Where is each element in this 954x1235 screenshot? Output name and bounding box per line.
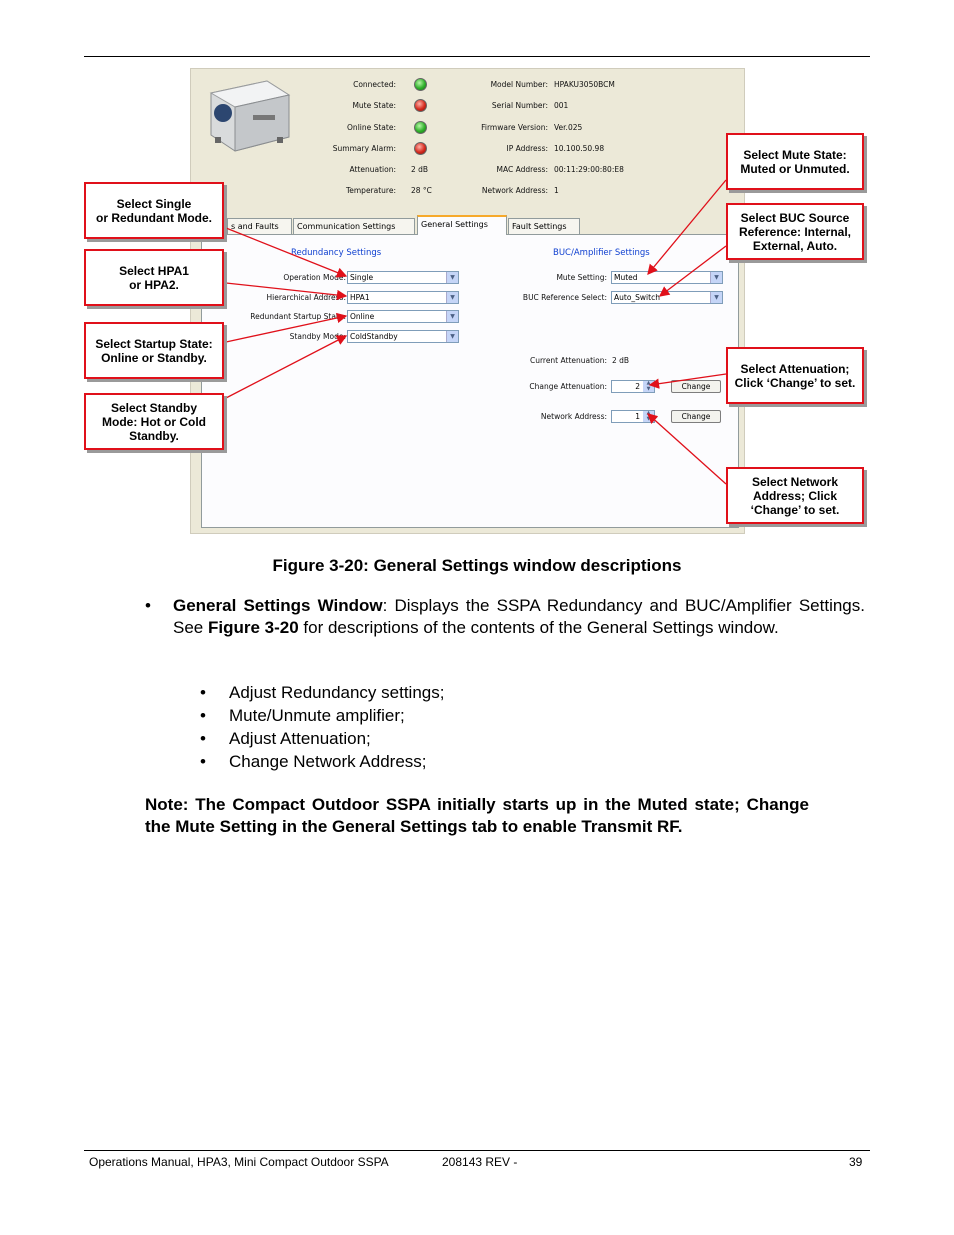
standby-mode-value: ColdStandby: [350, 332, 398, 341]
footer-title: Operations Manual, HPA3, Mini Compact Ou…: [89, 1155, 389, 1169]
callout-single-mode: Select Single or Redundant Mode.: [84, 182, 224, 239]
info-label: MAC Address:: [496, 165, 549, 174]
online-led: [414, 121, 427, 134]
callout-attenuation: Select Attenuation; Click ‘Change’ to se…: [726, 347, 864, 404]
chevron-down-icon: ▼: [446, 331, 458, 342]
chevron-down-icon: ▼: [446, 292, 458, 303]
info-label: Model Number:: [490, 80, 548, 89]
figure-caption: Figure 3-20: General Settings window des…: [272, 556, 682, 575]
serial-value: 001: [554, 101, 569, 110]
attenuation-spinner[interactable]: 2 ▲ ▼: [611, 380, 655, 393]
status-label: Connected:: [353, 80, 396, 89]
change-attenuation-label: Change Attenuation:: [529, 382, 607, 391]
redundancy-title: Redundancy Settings: [291, 248, 382, 258]
status-label: Temperature:: [345, 186, 396, 195]
buc-ref-value: Auto_Switch: [614, 293, 660, 302]
bullet-glyph: •: [200, 683, 206, 702]
ip-value: 10.100.50.98: [554, 144, 605, 153]
mute-setting-select[interactable]: Muted ▼: [611, 271, 723, 284]
tab-communication-settings[interactable]: Communication Settings: [293, 218, 415, 234]
mute-setting-label: Mute Setting:: [556, 273, 607, 282]
callout-hpa: Select HPA1 or HPA2.: [84, 249, 224, 306]
hier-address-select[interactable]: HPA1 ▼: [347, 291, 459, 304]
buc-ref-label: BUC Reference Select:: [522, 293, 607, 302]
info-label: IP Address:: [506, 144, 548, 153]
chevron-down-icon: ▼: [446, 272, 458, 283]
status-label: Summary Alarm:: [332, 144, 396, 153]
network-address-label: Network Address:: [540, 412, 607, 421]
callout-buc-reference: Select BUC Source Reference: Internal, E…: [726, 203, 864, 260]
header-rule: [84, 56, 870, 57]
bullet-glyph: •: [200, 729, 206, 748]
general-settings-paragraph: General Settings Window: Displays the SS…: [173, 595, 865, 638]
tab-fault-settings[interactable]: Fault Settings: [508, 218, 580, 234]
connected-led: [414, 78, 427, 91]
figure-reference: Figure 3-20: [207, 617, 299, 637]
callout-startup-state: Select Startup State: Online or Standby.: [84, 322, 224, 379]
status-label: Attenuation:: [349, 165, 397, 174]
status-label: Online State:: [347, 123, 396, 132]
general-settings-term: General Settings Window: [173, 596, 383, 615]
current-attenuation-label: Current Attenuation:: [529, 356, 607, 365]
mac-value: 00:11:29:00:80:E8: [554, 165, 624, 174]
change-attenuation-button[interactable]: Change: [671, 380, 721, 393]
mute-led: [414, 99, 427, 112]
buc-ref-select[interactable]: Auto_Switch ▼: [611, 291, 723, 304]
list-item: Adjust Attenuation;: [229, 729, 371, 748]
temperature-value: 28 °C: [411, 186, 432, 195]
network-address-spinner-value: 1: [635, 412, 640, 421]
callout-network-address: Select Network Address; Click ‘Change’ t…: [726, 467, 864, 524]
firmware-value: Ver.025: [554, 123, 583, 132]
info-label: Serial Number:: [491, 101, 548, 110]
list-item: Adjust Redundancy settings;: [229, 683, 445, 702]
operation-mode-value: Single: [350, 273, 374, 282]
change-network-button[interactable]: Change: [671, 410, 721, 423]
list-item: Mute/Unmute amplifier;: [229, 706, 405, 725]
general-settings-panel: Redundancy Settings Operation Mode: Sing…: [201, 234, 739, 528]
chevron-down-icon: ▼: [446, 311, 458, 322]
netaddr-value: 1: [554, 186, 559, 195]
alarm-led: [414, 142, 427, 155]
bullet-glyph: •: [145, 596, 151, 615]
operation-mode-label: Operation Mode:: [283, 273, 346, 282]
footer-rule: [84, 1150, 870, 1151]
spin-arrows-icon[interactable]: ▲ ▼: [643, 380, 654, 392]
list-item: Change Network Address;: [229, 752, 427, 771]
startup-state-label: Redundant Startup State:: [250, 312, 346, 321]
sspa-device-image: [209, 80, 291, 152]
operation-mode-select[interactable]: Single ▼: [347, 271, 459, 284]
standby-mode-label: Standby Mode:: [289, 332, 346, 341]
note-paragraph: Note: The Compact Outdoor SSPA initially…: [145, 795, 809, 836]
hier-address-value: HPA1: [350, 293, 370, 302]
current-attenuation-value: 2 dB: [612, 356, 630, 365]
tab-status-faults[interactable]: s and Faults: [227, 218, 292, 234]
network-address-spinner[interactable]: 1 ▲ ▼: [611, 410, 655, 423]
paragraph-text-2: for descriptions of the contents of the …: [298, 617, 779, 637]
startup-state-value: Online: [350, 312, 375, 321]
startup-state-select[interactable]: Online ▼: [347, 310, 459, 323]
info-label: Network Address:: [481, 186, 548, 195]
chevron-down-icon: ▼: [710, 292, 722, 303]
callout-standby-mode: Select Standby Mode: Hot or Cold Standby…: [84, 393, 224, 450]
attenuation-value: 2 dB: [411, 165, 429, 174]
info-label: Firmware Version:: [481, 123, 548, 132]
general-settings-screenshot: Connected: Mute State: Online State: Sum…: [190, 68, 745, 534]
attenuation-spinner-value: 2: [635, 382, 640, 391]
hier-address-label: Hierarchical Address:: [266, 293, 346, 302]
buc-title: BUC/Amplifier Settings: [553, 248, 650, 258]
chevron-down-icon: ▼: [710, 272, 722, 283]
footer-revision: 208143 REV -: [442, 1155, 518, 1169]
bullet-glyph: •: [200, 752, 206, 771]
model-value: HPAKU3050BCM: [554, 80, 615, 89]
status-label: Mute State:: [352, 101, 396, 110]
mute-setting-value: Muted: [614, 273, 638, 282]
tab-general-settings[interactable]: General Settings: [417, 215, 507, 235]
page-number: 39: [849, 1155, 863, 1169]
bullet-glyph: •: [200, 706, 206, 725]
spin-arrows-icon[interactable]: ▲ ▼: [643, 410, 654, 422]
callout-mute-state: Select Mute State: Muted or Unmuted.: [726, 133, 864, 190]
standby-mode-select[interactable]: ColdStandby ▼: [347, 330, 459, 343]
